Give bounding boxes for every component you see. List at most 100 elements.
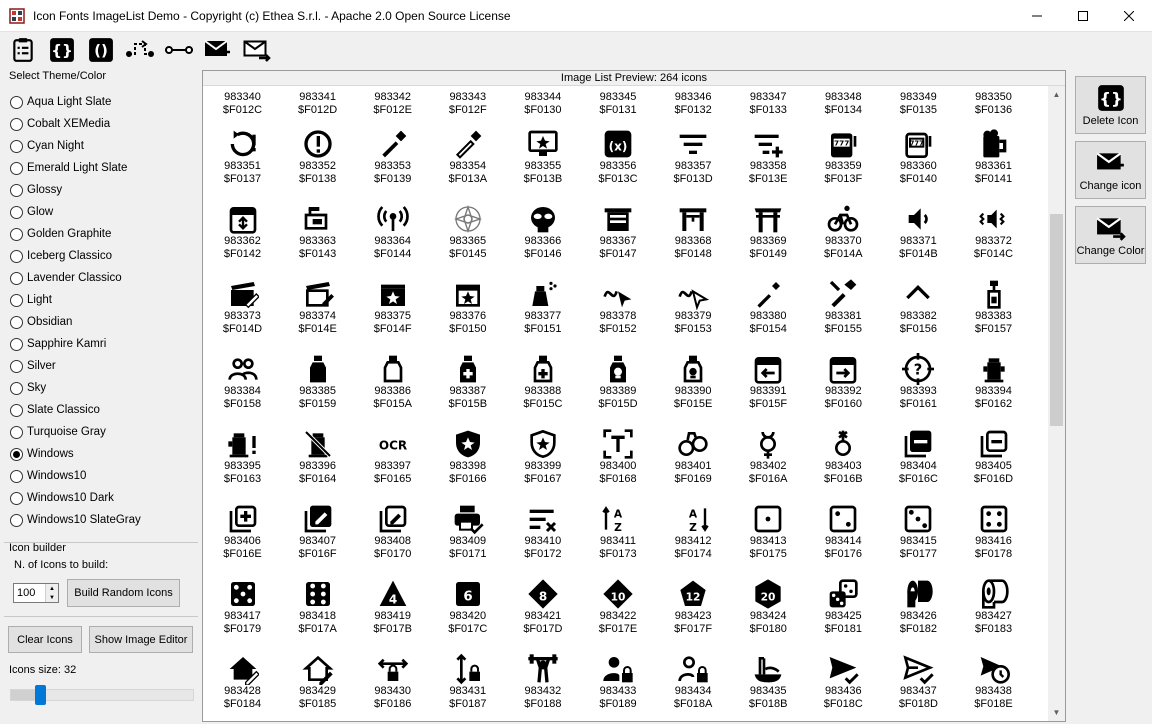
icon-cell[interactable]: 983401 $F0169 bbox=[656, 428, 731, 485]
icon-cell[interactable]: 983382 $F0156 bbox=[881, 278, 956, 335]
icon-cell[interactable]: 983344 $F0130 bbox=[505, 91, 580, 116]
radio-button[interactable] bbox=[10, 271, 23, 285]
icon-cell[interactable]: 983385 $F0159 bbox=[280, 353, 355, 410]
scrollbar-thumb[interactable] bbox=[1050, 214, 1063, 426]
icon-cell[interactable]: 983374 $F014E bbox=[280, 278, 355, 335]
icon-cell[interactable]: 983387 $F015B bbox=[430, 353, 505, 410]
radio-button[interactable] bbox=[10, 293, 23, 307]
icon-cell[interactable]: 10 983422 $F017E bbox=[581, 578, 656, 635]
icon-cell[interactable]: 983354 $F013A bbox=[430, 128, 505, 185]
icon-cell[interactable]: 6 983420 $F017C bbox=[430, 578, 505, 635]
icon-cell[interactable]: (x) 983356 $F013C bbox=[581, 128, 656, 185]
theme-radio-option[interactable]: Sapphire Kamri bbox=[10, 335, 106, 353]
icon-cell[interactable]: 983348 $F0134 bbox=[806, 91, 881, 116]
icon-cell[interactable]: 983371 $F014B bbox=[881, 203, 956, 260]
icon-cell[interactable]: 983341 $F012D bbox=[280, 91, 355, 116]
toolbar-commit-button[interactable] bbox=[162, 34, 196, 66]
theme-radio-option[interactable]: Aqua Light Slate bbox=[10, 93, 111, 111]
icon-cell[interactable]: 12 983423 $F017F bbox=[656, 578, 731, 635]
icon-cell[interactable]: 983429 $F0185 bbox=[280, 653, 355, 710]
spin-down-icon[interactable]: ▼ bbox=[46, 593, 58, 602]
icon-cell[interactable]: 983363 $F0143 bbox=[280, 203, 355, 260]
icon-cell[interactable]: 983405 $F016D bbox=[956, 428, 1031, 485]
radio-button[interactable] bbox=[10, 513, 23, 527]
icon-cell[interactable]: 983358 $F013E bbox=[731, 128, 806, 185]
icon-cell[interactable]: 777 983360 $F0140 bbox=[881, 128, 956, 185]
icon-cell[interactable]: 983403 $F016B bbox=[806, 428, 881, 485]
change-color-button[interactable]: Change Color bbox=[1075, 206, 1146, 264]
minimize-button[interactable] bbox=[1014, 0, 1060, 32]
icon-cell[interactable]: 983389 $F015D bbox=[581, 353, 656, 410]
spin-up-icon[interactable]: ▲ bbox=[46, 584, 58, 593]
theme-radio-option[interactable]: Golden Graphite bbox=[10, 225, 111, 243]
scroll-up-icon[interactable]: ▲ bbox=[1048, 86, 1065, 103]
icon-cell[interactable]: 983432 $F0188 bbox=[505, 653, 580, 710]
radio-button[interactable] bbox=[10, 469, 23, 483]
theme-radio-option[interactable]: Windows bbox=[10, 445, 74, 463]
icon-cell[interactable]: 983352 $F0138 bbox=[280, 128, 355, 185]
toolbar-branch-button[interactable] bbox=[123, 34, 157, 66]
icon-cell[interactable]: 983366 $F0146 bbox=[505, 203, 580, 260]
icon-cell[interactable]: 983435 $F018B bbox=[731, 653, 806, 710]
maximize-button[interactable] bbox=[1060, 0, 1106, 32]
theme-radio-option[interactable]: Windows10 bbox=[10, 467, 86, 485]
icon-cell[interactable]: 777 983359 $F013F bbox=[806, 128, 881, 185]
radio-button[interactable] bbox=[10, 139, 23, 153]
icon-cell[interactable]: 983414 $F0176 bbox=[806, 503, 881, 560]
change-icon-button[interactable]: Change icon bbox=[1075, 141, 1146, 199]
radio-button[interactable] bbox=[10, 403, 23, 417]
theme-radio-option[interactable]: Iceberg Classico bbox=[10, 247, 112, 265]
slider-thumb[interactable] bbox=[34, 685, 46, 705]
icon-cell[interactable]: 983345 $F0131 bbox=[581, 91, 656, 116]
icon-cell[interactable]: 983365 $F0145 bbox=[430, 203, 505, 260]
toolbar-email-receive-button[interactable] bbox=[201, 34, 235, 66]
icon-cell[interactable]: 983410 $F0172 bbox=[505, 503, 580, 560]
icon-cell[interactable]: 8 983421 $F017D bbox=[505, 578, 580, 635]
icon-cell[interactable]: 4 983419 $F017B bbox=[355, 578, 430, 635]
icon-cell[interactable]: 983350 $F0136 bbox=[956, 91, 1031, 116]
clear-icons-button[interactable]: Clear Icons bbox=[8, 626, 82, 653]
icon-cell[interactable]: ? 983393 $F0161 bbox=[881, 353, 956, 410]
theme-radio-option[interactable]: Silver bbox=[10, 357, 56, 375]
radio-button[interactable] bbox=[10, 117, 23, 131]
icon-cell[interactable]: 983394 $F0162 bbox=[956, 353, 1031, 410]
icon-cell[interactable]: 983407 $F016F bbox=[280, 503, 355, 560]
icon-cell[interactable]: 983364 $F0144 bbox=[355, 203, 430, 260]
icon-cell[interactable]: 983425 $F0181 bbox=[806, 578, 881, 635]
icon-cell[interactable]: 983384 $F0158 bbox=[205, 353, 280, 410]
icon-cell[interactable]: 983381 $F0155 bbox=[806, 278, 881, 335]
icon-cell[interactable]: 983390 $F015E bbox=[656, 353, 731, 410]
theme-radio-option[interactable]: Turquoise Gray bbox=[10, 423, 106, 441]
icon-cell[interactable]: 20 983424 $F0180 bbox=[731, 578, 806, 635]
icon-cell[interactable]: 983437 $F018D bbox=[881, 653, 956, 710]
icon-count-value[interactable]: 100 bbox=[14, 587, 45, 599]
theme-radio-option[interactable]: Slate Classico bbox=[10, 401, 100, 419]
icon-cell[interactable]: 983376 $F0150 bbox=[430, 278, 505, 335]
icon-cell[interactable]: 983375 $F014F bbox=[355, 278, 430, 335]
icon-cell[interactable]: 983368 $F0148 bbox=[656, 203, 731, 260]
icon-cell[interactable]: A Z 983411 $F0173 bbox=[581, 503, 656, 560]
theme-radio-option[interactable]: Obsidian bbox=[10, 313, 72, 331]
icon-cell[interactable]: 983379 $F0153 bbox=[656, 278, 731, 335]
icon-cell[interactable]: 983426 $F0182 bbox=[881, 578, 956, 635]
icon-cell[interactable]: 983355 $F013B bbox=[505, 128, 580, 185]
icon-cell[interactable]: 983433 $F0189 bbox=[581, 653, 656, 710]
icon-cell[interactable]: 983408 $F0170 bbox=[355, 503, 430, 560]
icon-cell[interactable]: 983417 $F0179 bbox=[205, 578, 280, 635]
icon-cell[interactable]: A Z 983412 $F0174 bbox=[656, 503, 731, 560]
icon-cell[interactable]: 983367 $F0147 bbox=[581, 203, 656, 260]
icon-cell[interactable]: 983343 $F012F bbox=[430, 91, 505, 116]
radio-button[interactable] bbox=[10, 447, 23, 461]
theme-radio-option[interactable]: Glow bbox=[10, 203, 53, 221]
icon-cell[interactable]: 983399 $F0167 bbox=[505, 428, 580, 485]
icon-cell[interactable]: 983347 $F0133 bbox=[731, 91, 806, 116]
vertical-scrollbar[interactable]: ▲ ▼ bbox=[1048, 86, 1065, 721]
icon-cell[interactable]: 983340 $F012C bbox=[205, 91, 280, 116]
toolbar-email-send-button[interactable] bbox=[240, 34, 274, 66]
icon-cell[interactable]: 983396 $F0164 bbox=[280, 428, 355, 485]
icon-cell[interactable]: 983428 $F0184 bbox=[205, 653, 280, 710]
icon-cell[interactable]: 983342 $F012E bbox=[355, 91, 430, 116]
icon-cell[interactable]: 983386 $F015A bbox=[355, 353, 430, 410]
icon-cell[interactable]: 983391 $F015F bbox=[731, 353, 806, 410]
theme-radio-option[interactable]: Cyan Night bbox=[10, 137, 84, 155]
